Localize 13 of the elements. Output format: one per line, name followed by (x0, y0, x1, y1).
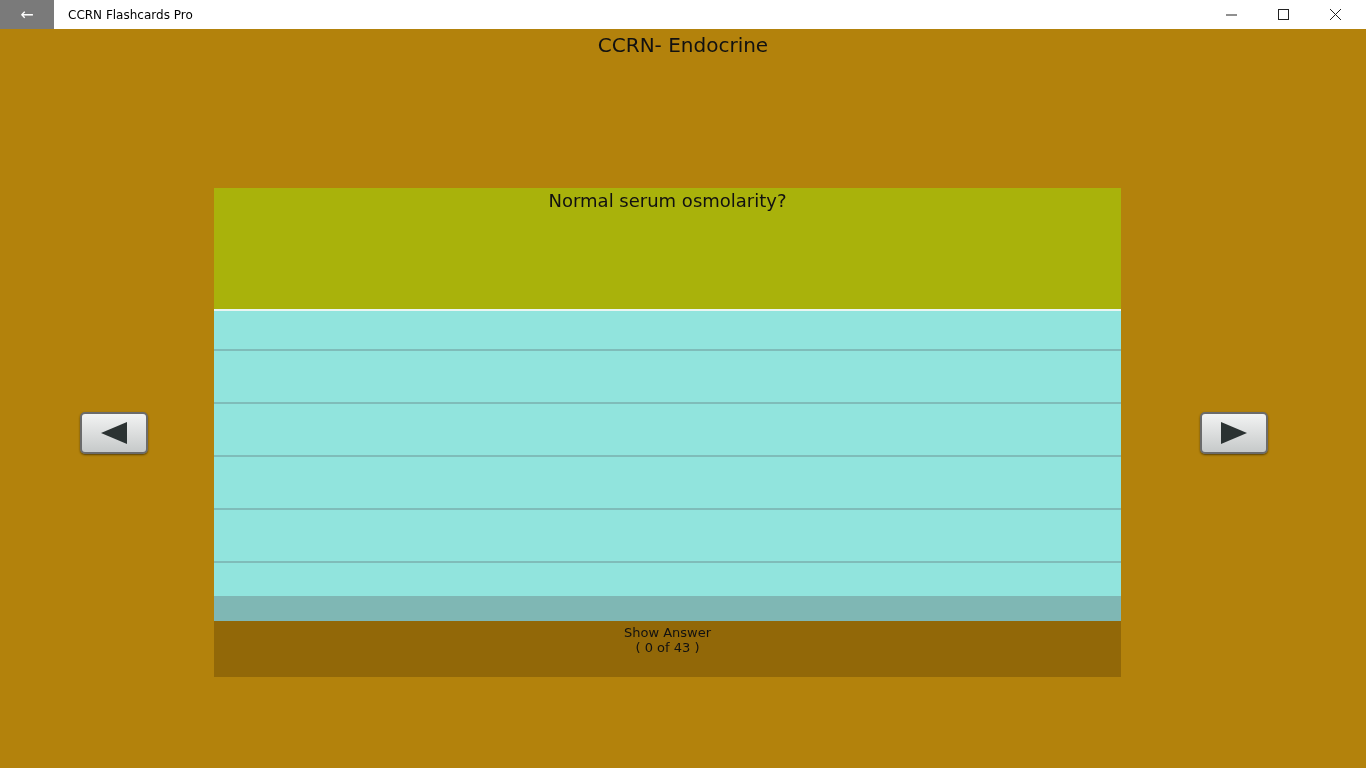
show-answer-button[interactable]: Show Answer (623, 625, 712, 640)
left-triangle-icon (101, 421, 127, 444)
maximize-icon (1277, 9, 1289, 20)
deck-title: CCRN- Endocrine (597, 33, 769, 59)
question-text: Normal serum osmolarity? (214, 188, 1121, 309)
back-button[interactable]: ← (0, 0, 54, 29)
window-title: CCRN Flashcards Pro (68, 7, 194, 22)
right-triangle-icon (1221, 421, 1247, 444)
previous-button[interactable] (80, 411, 148, 454)
minimize-icon (1225, 13, 1237, 16)
next-button[interactable] (1200, 411, 1268, 454)
progress-text: ( 0 of 43 ) (635, 640, 700, 655)
close-icon (1329, 9, 1341, 20)
